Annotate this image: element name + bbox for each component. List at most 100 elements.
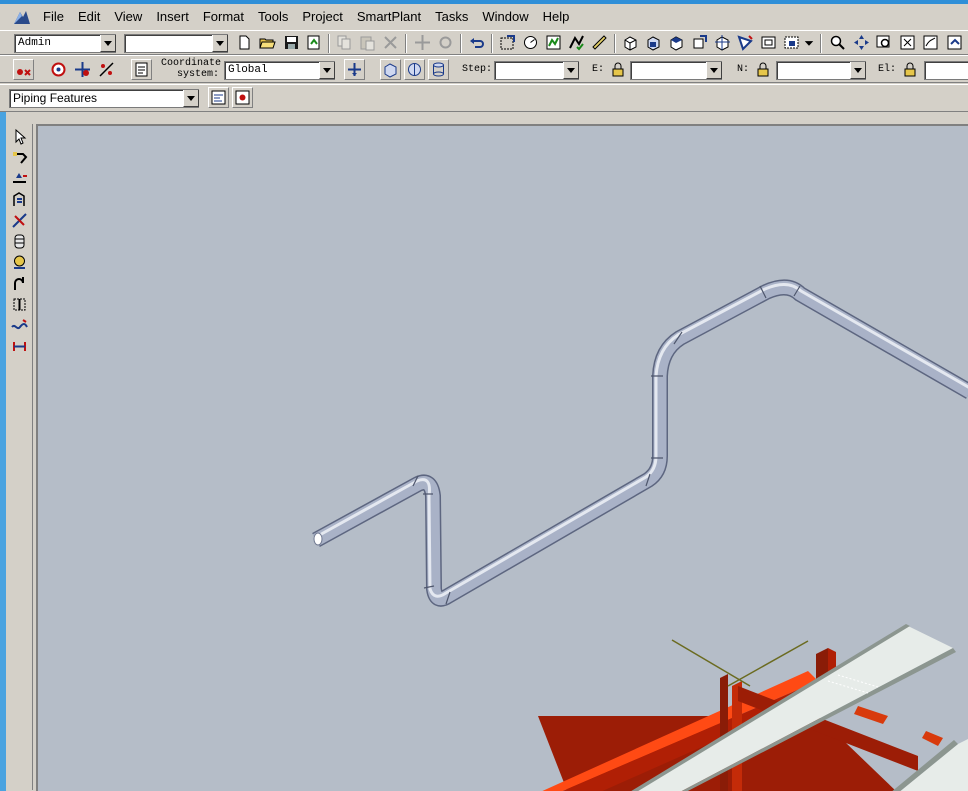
axis-triad (671, 639, 809, 687)
move-icon[interactable] (412, 32, 433, 53)
delete-icon[interactable] (380, 32, 401, 53)
menu-view[interactable]: View (107, 4, 149, 30)
cylindrical-coords-icon[interactable] (428, 59, 449, 80)
save-icon[interactable] (281, 32, 302, 53)
render-icon[interactable] (781, 32, 802, 53)
pipe-highlight (315, 283, 968, 598)
copy-icon[interactable] (334, 32, 355, 53)
common-views-icon[interactable] (944, 32, 965, 53)
feature-filter-icon[interactable] (208, 87, 229, 108)
zoom-area-icon[interactable] (874, 32, 895, 53)
insert-component-icon[interactable] (9, 168, 29, 188)
n-combo[interactable] (776, 61, 866, 80)
look-at-icon[interactable] (920, 32, 941, 53)
el-combo[interactable] (924, 61, 968, 80)
menu-insert[interactable]: Insert (149, 4, 196, 30)
feature-toolbar: Piping Features (0, 84, 968, 112)
chevron-down-icon[interactable] (706, 62, 722, 79)
pan-icon[interactable] (851, 32, 872, 53)
drawing-check-icon[interactable] (566, 32, 587, 53)
undo-icon[interactable] (466, 32, 487, 53)
insert-specialty-icon[interactable] (9, 231, 29, 251)
menu-help[interactable]: Help (536, 4, 577, 30)
feature-type-value: Piping Features (13, 91, 98, 105)
permission-group-value: Admin (18, 37, 52, 49)
insert-instrument-icon[interactable] (9, 252, 29, 272)
el-lock-icon[interactable] (900, 59, 921, 80)
view-cube-icon[interactable] (620, 32, 641, 53)
properties-icon[interactable] (131, 59, 152, 80)
open-folder-icon[interactable] (257, 32, 278, 53)
app-icon (14, 11, 30, 24)
rotate-icon[interactable] (435, 32, 456, 53)
new-icon[interactable] (234, 32, 255, 53)
steel-clip-2 (922, 731, 943, 746)
view-top-icon[interactable] (666, 32, 687, 53)
menu-project[interactable]: Project (295, 4, 349, 30)
fit-icon[interactable] (897, 32, 918, 53)
insert-support-icon[interactable] (9, 294, 29, 314)
axis-line-1 (671, 639, 751, 687)
paste-icon[interactable] (357, 32, 378, 53)
coordinate-system-label: Coordinate system: (161, 58, 221, 80)
pinpoint-toolbar: Coordinate system: Global Step: E: N: El: (0, 55, 968, 83)
named-view-icon[interactable] (758, 32, 779, 53)
menu-file[interactable]: File (36, 4, 71, 30)
menu-window[interactable]: Window (475, 4, 535, 30)
chevron-down-icon[interactable] (319, 62, 335, 79)
rectangular-coords-icon[interactable] (380, 59, 401, 80)
separator (460, 34, 462, 53)
save-as-icon[interactable] (303, 32, 324, 53)
chevron-down-icon[interactable] (563, 62, 579, 79)
feature-settings-icon[interactable] (232, 87, 253, 108)
view-iso-icon[interactable] (712, 32, 733, 53)
view-front-icon[interactable] (643, 32, 664, 53)
menu-format[interactable]: Format (196, 4, 251, 30)
separator (491, 34, 493, 53)
target-icon[interactable] (48, 59, 69, 80)
clipping-icon[interactable] (735, 32, 756, 53)
e-combo[interactable] (630, 61, 722, 80)
spherical-coords-icon[interactable] (404, 59, 425, 80)
coordinate-axes-icon[interactable] (344, 59, 365, 80)
chevron-down-icon[interactable] (183, 90, 199, 107)
route-bend-icon[interactable] (9, 273, 29, 293)
n-lock-icon[interactable] (753, 59, 774, 80)
render-dropdown-icon[interactable] (801, 32, 817, 53)
pipe-open-end (313, 532, 323, 546)
menu-tasks[interactable]: Tasks (428, 4, 475, 30)
zoom-icon[interactable] (827, 32, 848, 53)
menu-edit[interactable]: Edit (71, 4, 107, 30)
menu-smartplant[interactable]: SmartPlant (350, 4, 428, 30)
reposition-target-icon[interactable] (72, 59, 93, 80)
select-arrow-icon[interactable] (9, 126, 29, 146)
view-side-icon[interactable] (689, 32, 710, 53)
insert-split-icon[interactable] (9, 210, 29, 230)
chevron-down-icon[interactable] (100, 35, 116, 52)
step-combo[interactable] (494, 61, 579, 80)
separator (820, 34, 822, 53)
insert-tap-icon[interactable] (9, 189, 29, 209)
e-lock-icon[interactable] (608, 59, 629, 80)
filter-combo[interactable] (124, 34, 228, 53)
select-area-icon[interactable] (497, 32, 518, 53)
ruler-icon[interactable] (589, 32, 610, 53)
relative-tracking-icon[interactable] (96, 59, 117, 80)
menu-tools[interactable]: Tools (251, 4, 295, 30)
steel-clip (854, 706, 888, 724)
separator (405, 34, 407, 53)
feature-type-combo[interactable]: Piping Features (9, 89, 199, 108)
clear-select-icon[interactable] (13, 59, 34, 80)
graphic-view[interactable] (36, 124, 968, 791)
coordinate-system-value: Global (228, 64, 268, 76)
e-label: E: (591, 64, 604, 75)
insert-flexible-icon[interactable] (9, 315, 29, 335)
chevron-down-icon[interactable] (850, 62, 866, 79)
insert-spool-icon[interactable] (9, 336, 29, 356)
check-interference-icon[interactable] (543, 32, 564, 53)
coordinate-system-combo[interactable]: Global (224, 61, 335, 80)
permission-group-combo[interactable]: Admin (14, 34, 116, 53)
measure-icon[interactable] (520, 32, 541, 53)
chevron-down-icon[interactable] (212, 35, 228, 52)
route-pipe-icon[interactable] (9, 147, 29, 167)
